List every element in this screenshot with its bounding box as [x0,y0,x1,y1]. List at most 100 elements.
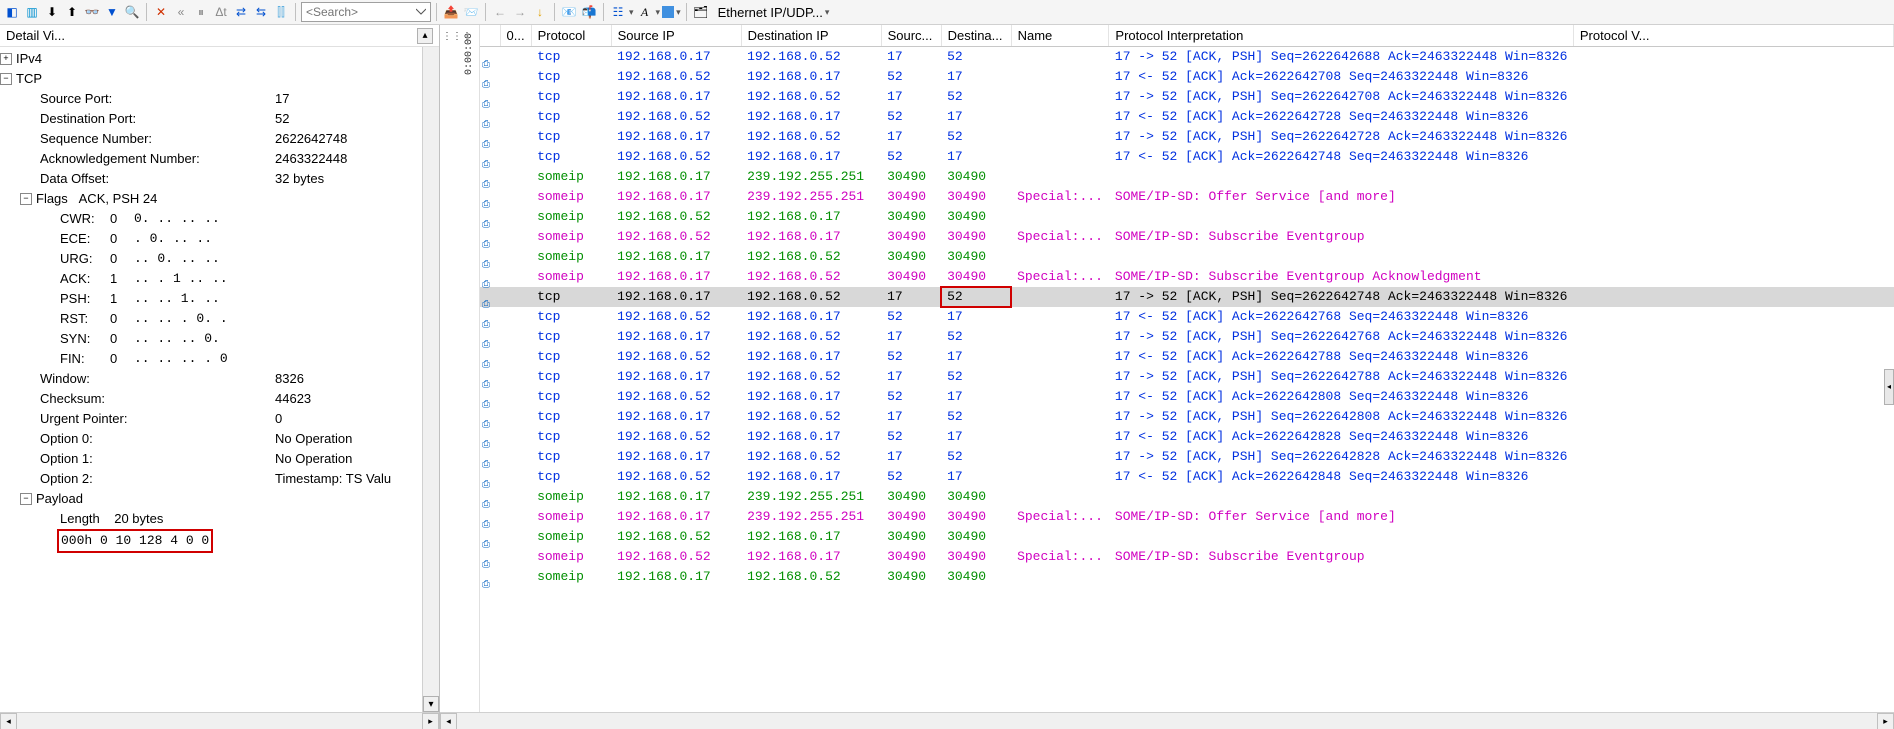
packet-row[interactable]: ⎙someip192.168.0.52192.168.0.17304903049… [480,527,1894,547]
tree-field-opt1[interactable]: Option 1:No Operation [0,449,422,469]
tree-node-ipv4[interactable]: +IPv4 [0,49,422,69]
col-index[interactable]: 0... [500,25,531,47]
collapse-handle[interactable]: ◂ [1884,369,1894,405]
scroll-left-button[interactable]: ◂ [440,713,457,729]
col-name[interactable]: Name [1011,25,1109,47]
col-source-ip[interactable]: Source IP [611,25,741,47]
packet-row[interactable]: ⎙someip192.168.0.17192.168.0.52304903049… [480,567,1894,587]
col-protocol-value[interactable]: Protocol V... [1573,25,1893,47]
pause-icon[interactable]: ⏸ [192,3,210,21]
tree-field-ack[interactable]: Acknowledgement Number:2463322448 [0,149,422,169]
scroll-up-button[interactable]: ▴ [417,28,433,44]
scroll-right-button[interactable]: ▸ [422,713,439,729]
signal-icon[interactable]: ⫿⫿ [272,3,290,21]
send-b-icon[interactable]: 📨 [462,3,480,21]
mail-a-icon[interactable]: 📧 [560,3,578,21]
packet-row[interactable]: ⎙tcp192.168.0.52192.168.0.17521717 <- 52… [480,107,1894,127]
search-input[interactable] [301,2,431,22]
tree-field-checksum[interactable]: Checksum:44623 [0,389,422,409]
collapse-icon[interactable]: − [20,193,32,205]
col-interpretation[interactable]: Protocol Interpretation [1109,25,1573,47]
filter-icon[interactable]: ▼ [103,3,121,21]
packet-row[interactable]: ⎙tcp192.168.0.52192.168.0.17521717 <- 52… [480,427,1894,447]
tree-flag-fin[interactable]: FIN:0.. .. .. . 0 [0,349,422,369]
packet-row[interactable]: ⎙someip192.168.0.52192.168.0.17304903049… [480,207,1894,227]
expand-icon[interactable]: + [0,53,12,65]
config-dropdown[interactable]: Ethernet IP/UDP...▾ [712,5,836,20]
arrow-left-icon[interactable]: ← [491,3,509,21]
config-icon[interactable]: 🗂 [692,3,710,21]
tree-field-seq[interactable]: Sequence Number:2622642748 [0,129,422,149]
detail-scrollbar-horizontal[interactable]: ◂ ▸ [0,712,439,729]
layout-icon[interactable]: ☷ [609,3,627,21]
packet-grid-wrap[interactable]: 0... Protocol Source IP Destination IP S… [480,25,1894,712]
tree-flag-cwr[interactable]: CWR:00. .. .. .. [0,209,422,229]
arrow-right-icon[interactable]: → [511,3,529,21]
packet-row[interactable]: ⎙tcp192.168.0.17192.168.0.52175217 -> 52… [480,47,1894,68]
packet-row[interactable]: ⎙tcp192.168.0.52192.168.0.17521717 <- 52… [480,387,1894,407]
gutter-handle-icon[interactable]: ⋮ [442,31,452,42]
find-icon[interactable]: 🔍 [123,3,141,21]
packet-row[interactable]: ⎙someip192.168.0.17239.192.255.251304903… [480,487,1894,507]
tree-field-payload-hex[interactable]: 000h 0 10 128 4 0 0 [0,529,422,553]
send-a-icon[interactable]: 📤 [442,3,460,21]
detail-scrollbar-vertical[interactable]: ▾ [422,47,439,712]
packet-row[interactable]: ⎙someip192.168.0.52192.168.0.17304903049… [480,227,1894,247]
tree-flag-psh[interactable]: PSH:1.. .. 1. .. [0,289,422,309]
nav-blue-icon[interactable]: ◧ [3,3,21,21]
tree-field-opt0[interactable]: Option 0:No Operation [0,429,422,449]
collapse-icon[interactable]: − [20,493,32,505]
tree-field-dataoffset[interactable]: Data Offset:32 bytes [0,169,422,189]
packet-row[interactable]: ⎙tcp192.168.0.17192.168.0.52175217 -> 52… [480,327,1894,347]
tree-flag-syn[interactable]: SYN:0.. .. .. 0. [0,329,422,349]
tree-flag-ece[interactable]: ECE:0. 0. .. .. [0,229,422,249]
packet-row[interactable]: ⎙someip192.168.0.17239.192.255.251304903… [480,167,1894,187]
col-protocol[interactable]: Protocol [531,25,611,47]
glasses-icon[interactable]: 👓 [83,3,101,21]
tree-node-tcp[interactable]: −TCP [0,69,422,89]
col-destination-port[interactable]: Destina... [941,25,1011,47]
packet-row[interactable]: ⎙tcp192.168.0.52192.168.0.17521717 <- 52… [480,67,1894,87]
packet-row[interactable]: ⎙someip192.168.0.52192.168.0.17304903049… [480,547,1894,567]
packet-row[interactable]: ⎙someip192.168.0.17192.168.0.52304903049… [480,247,1894,267]
tree-field-window[interactable]: Window:8326 [0,369,422,389]
toggle-b-icon[interactable]: ⇆ [252,3,270,21]
chevron-down-icon[interactable]: ▾ [676,7,681,18]
font-icon[interactable]: A [636,3,654,21]
chevron-down-icon[interactable]: ▾ [656,7,661,18]
prev-icon[interactable]: « [172,3,190,21]
color-icon[interactable] [662,6,674,18]
tree-node-payload[interactable]: −Payload [0,489,422,509]
tree-flag-ack[interactable]: ACK:1.. . 1 .. .. [0,269,422,289]
scroll-track[interactable] [17,713,422,729]
tree-field-opt2[interactable]: Option 2:Timestamp: TS Valu [0,469,422,489]
packet-row[interactable]: ⎙tcp192.168.0.52192.168.0.17521717 <- 52… [480,307,1894,327]
tree-field-src-port[interactable]: Source Port:17 [0,89,422,109]
scroll-right-button[interactable]: ▸ [1877,713,1894,729]
packet-row[interactable]: ⎙tcp192.168.0.17192.168.0.52175217 -> 52… [480,87,1894,107]
tree-flag-urg[interactable]: URG:0.. 0. .. .. [0,249,422,269]
gutter-handle-icon[interactable]: ⋮ [452,31,462,42]
tree-node-flags[interactable]: −Flags ACK, PSH 24 [0,189,422,209]
delete-icon[interactable]: ✕ [152,3,170,21]
col-source-port[interactable]: Sourc... [881,25,941,47]
packet-row[interactable]: ⎙someip192.168.0.17239.192.255.251304903… [480,187,1894,207]
packet-row[interactable]: ⎙someip192.168.0.17239.192.255.251304903… [480,507,1894,527]
scroll-left-button[interactable]: ◂ [0,713,17,729]
arrow-down-icon[interactable]: ↓ [531,3,549,21]
export-icon[interactable]: ⬆ [63,3,81,21]
col-destination-ip[interactable]: Destination IP [741,25,881,47]
scroll-track[interactable] [457,713,1877,729]
detail-tree[interactable]: +IPv4 −TCP Source Port:17 Destination Po… [0,47,422,712]
packet-row[interactable]: ⎙tcp192.168.0.17192.168.0.52175217 -> 52… [480,367,1894,387]
scroll-down-button[interactable]: ▾ [423,696,439,712]
packet-row[interactable]: ⎙tcp192.168.0.17192.168.0.52175217 -> 52… [480,287,1894,307]
tree-field-dst-port[interactable]: Destination Port:52 [0,109,422,129]
packet-row[interactable]: ⎙someip192.168.0.17192.168.0.52304903049… [480,267,1894,287]
tree-flag-rst[interactable]: RST:0.. .. . 0. . [0,309,422,329]
packet-row[interactable]: ⎙tcp192.168.0.52192.168.0.17521717 <- 52… [480,467,1894,487]
packet-row[interactable]: ⎙tcp192.168.0.17192.168.0.52175217 -> 52… [480,447,1894,467]
packet-scrollbar-horizontal[interactable]: ◂ ▸ [440,712,1894,729]
toggle-a-icon[interactable]: ⇄ [232,3,250,21]
import-icon[interactable]: ⬇ [43,3,61,21]
